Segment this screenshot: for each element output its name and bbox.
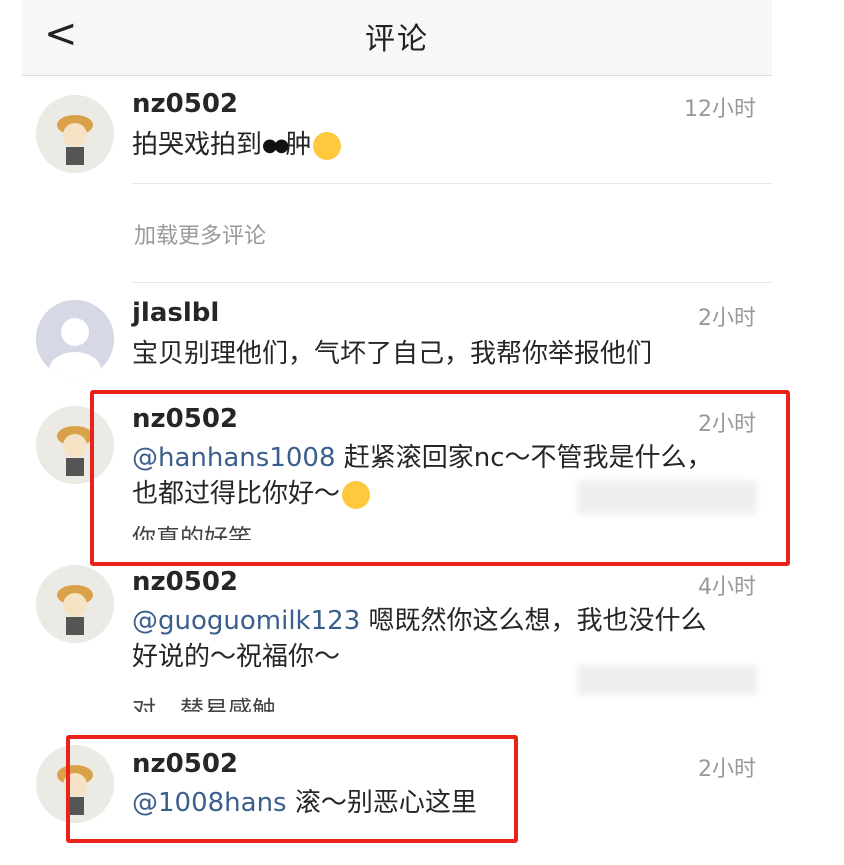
comment-username[interactable]: nz0502 [132, 749, 238, 779]
comment-text-main: 滚～别恶心这里 [286, 788, 477, 818]
partial-comment-text: 你真的好笑 [132, 524, 252, 540]
comment-time: 2小时 [698, 757, 756, 782]
comment-text-main: 拍哭戏拍到 [132, 130, 263, 160]
comment-text: 宝贝别理他们，气坏了自己，我帮你举报他们 [132, 339, 653, 369]
avatar-cartoon-icon[interactable] [36, 406, 114, 484]
load-more-link[interactable]: 加载更多评论 [134, 218, 266, 250]
comment-username[interactable]: nz0502 [132, 567, 238, 597]
mention-link[interactable]: @hanhans1008 [132, 443, 336, 473]
comment-time: 12小时 [684, 97, 756, 122]
page-title: 评论 [365, 22, 429, 57]
comment-username[interactable]: nz0502 [132, 404, 238, 434]
nav-bar: < 评论 [22, 0, 772, 76]
comment-text-tail: 肿 [285, 130, 312, 160]
comment-row[interactable]: nz0502 12小时 拍哭戏拍到●●肿 [22, 75, 772, 185]
smile-emoji-icon [342, 480, 371, 509]
comment-time: 2小时 [698, 306, 756, 331]
mention-link[interactable]: @guoguomilk123 [132, 606, 360, 636]
comment-row[interactable]: jlaslbl 2小时 宝贝别理他们，气坏了自己，我帮你举报他们 [22, 282, 772, 382]
sad-emoji-icon [313, 131, 342, 160]
comment-text: @1008hans 滚～别恶心这里 [132, 785, 477, 821]
comment-time: 4小时 [698, 575, 756, 600]
avatar-cartoon-icon[interactable] [36, 565, 114, 643]
avatar-default-icon[interactable] [36, 300, 114, 378]
comment-username[interactable]: jlaslbl [132, 298, 219, 328]
mention-link[interactable]: @1008hans [132, 788, 287, 818]
avatar-cartoon-icon[interactable] [36, 745, 114, 823]
comment-time: 2小时 [698, 412, 756, 437]
eyes-emoji-icon: ●● [262, 134, 289, 156]
comment-text-line2: 也都过得比你好～ [132, 479, 341, 509]
comment-text-line2: 好说的～祝福你～ [132, 642, 341, 672]
comment-text-main: 赶紧滚回家nc～不管我是什么， [335, 443, 713, 473]
comment-row[interactable]: nz0502 2小时 @hanhans1008 赶紧滚回家nc～不管我是什么， … [22, 392, 772, 532]
partial-comment-text: 对，替易感触 [132, 696, 276, 712]
divider [132, 183, 772, 184]
comment-text: 拍哭戏拍到●●肿 [132, 127, 342, 164]
avatar-cartoon-icon[interactable] [36, 95, 114, 173]
comment-text-main: 嗯既然你这么想，我也没什么 [360, 606, 707, 636]
comment-row[interactable]: nz0502 2小时 @1008hans 滚～别恶心这里 [22, 735, 772, 845]
comments-screen: < 评论 nz0502 12小时 拍哭戏拍到●●肿 加载更多评论 jlaslbl… [22, 0, 772, 865]
blurred-region [577, 665, 757, 695]
blurred-region [577, 480, 757, 514]
comment-row[interactable]: nz0502 4小时 @guoguomilk123 嗯既然你这么想，我也没什么 … [22, 555, 772, 695]
comment-username[interactable]: nz0502 [132, 89, 238, 119]
